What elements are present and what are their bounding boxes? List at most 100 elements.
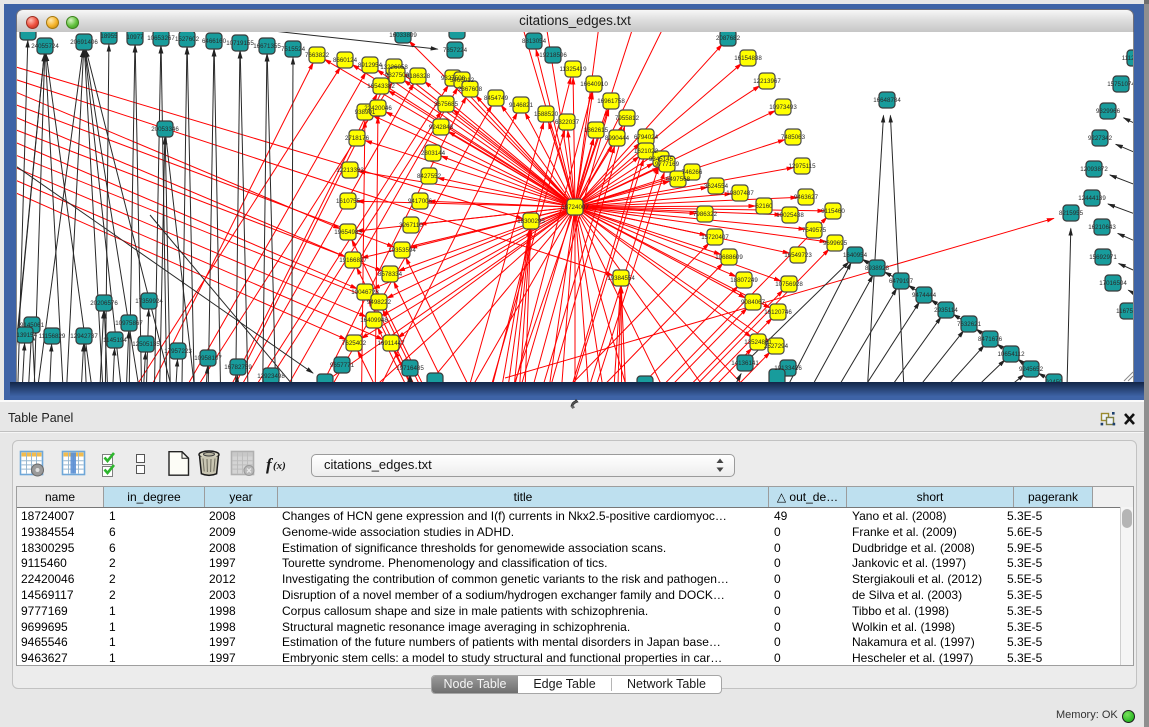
svg-text:12213393: 12213393 xyxy=(336,167,364,174)
svg-text:10719155: 10719155 xyxy=(226,40,254,47)
svg-text:10653267: 10653267 xyxy=(147,35,175,42)
svg-text:12213967: 12213967 xyxy=(753,78,781,85)
svg-text:1527602: 1527602 xyxy=(175,36,200,43)
svg-text:2367608: 2367608 xyxy=(458,86,483,93)
svg-text:6479197: 6479197 xyxy=(889,278,914,285)
svg-text:6497568: 6497568 xyxy=(666,176,691,183)
svg-text:14136141: 14136141 xyxy=(731,360,759,367)
svg-text:16549723: 16549723 xyxy=(784,252,812,259)
svg-text:16409948: 16409948 xyxy=(360,317,388,324)
svg-text:8427552: 8427552 xyxy=(417,173,442,180)
svg-text:16120746: 16120746 xyxy=(764,309,792,316)
svg-text:17359924: 17359924 xyxy=(135,298,163,305)
svg-text:7485063: 7485063 xyxy=(781,134,806,141)
svg-text:1167534: 1167534 xyxy=(1116,308,1133,315)
svg-text:17016504: 17016504 xyxy=(1099,280,1127,287)
svg-text:19384554: 19384554 xyxy=(607,275,635,282)
svg-text:10025438: 10025438 xyxy=(776,212,804,219)
svg-text:20206576: 20206576 xyxy=(90,300,118,307)
svg-text:7515524: 7515524 xyxy=(281,46,306,53)
svg-text:12444139: 12444139 xyxy=(1078,195,1106,202)
svg-text:19654983: 19654983 xyxy=(334,229,362,236)
svg-text:13226058: 13226058 xyxy=(380,64,408,71)
svg-text:1362615: 1362615 xyxy=(584,127,609,134)
svg-text:1640954: 1640954 xyxy=(843,252,868,259)
svg-text:12942737: 12942737 xyxy=(70,333,98,340)
svg-text:9146821: 9146821 xyxy=(509,102,534,109)
svg-text:8938928: 8938928 xyxy=(865,265,890,272)
svg-text:16033809: 16033809 xyxy=(389,32,417,39)
svg-text:12975115: 12975115 xyxy=(788,163,816,170)
svg-text:9139154: 9139154 xyxy=(17,332,38,339)
svg-text:7857224: 7857224 xyxy=(443,47,468,54)
svg-text:19353594: 19353594 xyxy=(388,247,416,254)
svg-text:15751074: 15751074 xyxy=(1107,81,1133,88)
svg-text:2803144: 2803144 xyxy=(421,150,446,157)
svg-text:15692971: 15692971 xyxy=(1089,254,1117,261)
svg-text:9463627: 9463627 xyxy=(794,194,819,201)
svg-text:19218506: 19218506 xyxy=(539,52,567,59)
svg-text:18807249: 18807249 xyxy=(730,277,758,284)
svg-text:16543382: 16543382 xyxy=(367,83,395,90)
svg-text:6322037: 6322037 xyxy=(555,119,580,126)
svg-text:7955812: 7955812 xyxy=(615,115,640,122)
svg-text:2935114: 2935114 xyxy=(934,307,958,314)
svg-text:20691406: 20691406 xyxy=(70,39,98,46)
svg-text:20053346: 20053346 xyxy=(151,126,179,133)
svg-text:9145061: 9145061 xyxy=(20,322,45,329)
svg-text:11125419: 11125419 xyxy=(1122,55,1133,62)
svg-text:9657771: 9657771 xyxy=(330,362,355,369)
svg-text:3267110: 3267110 xyxy=(399,222,423,229)
svg-text:9329966: 9329966 xyxy=(1096,108,1121,115)
svg-text:12923498: 12923498 xyxy=(257,373,285,380)
svg-text:10807487: 10807487 xyxy=(726,190,754,197)
svg-text:746266: 746266 xyxy=(682,169,703,176)
svg-text:16671355: 16671355 xyxy=(253,43,281,50)
svg-text:1588520: 1588520 xyxy=(534,111,559,118)
svg-text:10654112: 10654112 xyxy=(997,351,1025,358)
svg-text:2718176: 2718176 xyxy=(345,135,370,142)
svg-text:16911447: 16911447 xyxy=(377,340,405,347)
svg-text:9242848: 9242848 xyxy=(429,124,454,131)
svg-text:9245652: 9245652 xyxy=(1019,366,1044,373)
svg-text:10046728: 10046728 xyxy=(351,289,379,296)
svg-text:8215955: 8215955 xyxy=(1059,210,1084,217)
svg-text:3675685: 3675685 xyxy=(434,101,459,108)
svg-text:11325419: 11325419 xyxy=(559,66,587,73)
svg-text:16640910: 16640910 xyxy=(580,81,608,88)
svg-text:7986322: 7986322 xyxy=(693,211,718,218)
svg-text:6794024: 6794024 xyxy=(634,134,659,141)
svg-text:9474444: 9474444 xyxy=(912,292,937,299)
svg-text:8471676: 8471676 xyxy=(978,336,1003,343)
svg-text:10958107: 10958107 xyxy=(194,355,222,362)
svg-text:16648784: 16648784 xyxy=(873,97,901,104)
svg-text:(x): (x) xyxy=(273,460,286,472)
svg-text:18300295: 18300295 xyxy=(517,218,545,225)
svg-text:3624554: 3624554 xyxy=(704,183,729,190)
svg-text:10688609: 10688609 xyxy=(715,254,743,261)
svg-text:9777169: 9777169 xyxy=(655,161,680,168)
svg-text:10975867: 10975867 xyxy=(115,320,143,327)
svg-text:2087682: 2087682 xyxy=(716,35,741,42)
svg-text:62160: 62160 xyxy=(755,203,773,210)
svg-text:7625402: 7625402 xyxy=(342,340,367,347)
svg-text:22420046: 22420046 xyxy=(364,105,392,112)
svg-text:8578334: 8578334 xyxy=(378,271,403,278)
svg-text:12505135: 12505135 xyxy=(132,341,160,348)
svg-text:1621022: 1621022 xyxy=(634,148,659,155)
svg-text:15720407: 15720407 xyxy=(701,234,729,241)
svg-text:9115460: 9115460 xyxy=(821,208,845,215)
svg-text:9498222: 9498222 xyxy=(367,299,392,306)
svg-text:1610755: 1610755 xyxy=(336,198,361,205)
svg-text:9227342: 9227342 xyxy=(1088,135,1113,142)
svg-text:7663822: 7663822 xyxy=(305,52,330,59)
svg-text:16154838: 16154838 xyxy=(734,55,762,62)
svg-text:5466012: 5466012 xyxy=(450,77,475,84)
svg-text:19166827: 19166827 xyxy=(339,257,367,264)
svg-text:7549575: 7549575 xyxy=(802,227,827,234)
svg-text:19716485: 19716485 xyxy=(396,365,424,372)
svg-text:6466160: 6466160 xyxy=(202,38,227,45)
svg-text:9699695: 9699695 xyxy=(823,240,848,247)
svg-text:1145194: 1145194 xyxy=(103,337,127,344)
svg-text:11156829: 11156829 xyxy=(39,333,66,340)
